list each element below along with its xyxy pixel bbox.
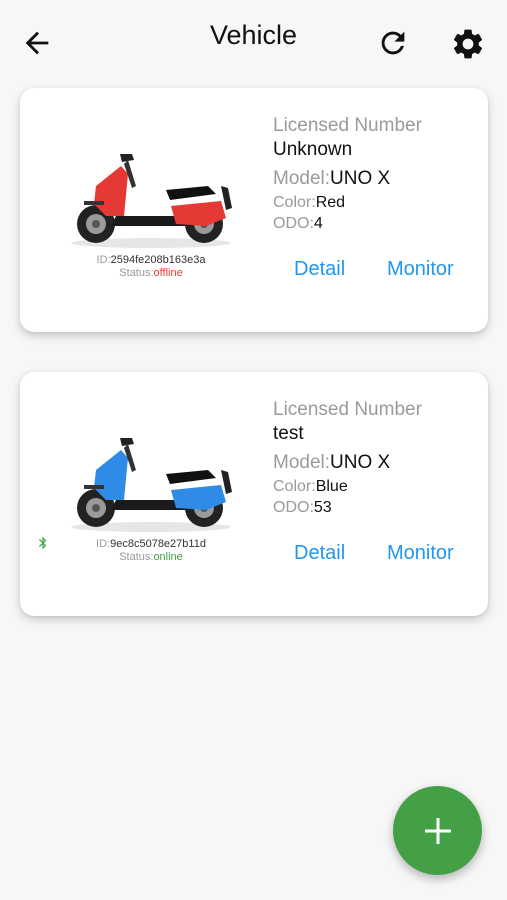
licensed-number-label: Licensed Number [273, 115, 422, 136]
color-row: Color:Red [273, 194, 346, 211]
status-badge: offline [153, 267, 183, 279]
odo-row: ODO:53 [273, 499, 332, 516]
page-title: Vehicle [209, 20, 298, 50]
gear-icon [453, 29, 483, 59]
licensed-number-value: test [273, 423, 304, 444]
odo-row: ODO:4 [273, 215, 323, 232]
model-row: Model:UNO X [273, 452, 391, 473]
refresh-icon [381, 31, 405, 55]
scooter-image [71, 438, 232, 532]
vehicle-card[interactable]: ID:2594fe208b163e3a Status:offline Licen… [20, 88, 488, 332]
settings-button[interactable] [450, 26, 488, 64]
refresh-button[interactable] [376, 26, 412, 62]
vehicle-card[interactable]: ID:9ec8c5078e27b11d Status:online Licens… [20, 372, 488, 616]
vehicle-info: Licensed Number Unknown Model:UNO X Colo… [273, 114, 422, 234]
model-row: Model:UNO X [273, 168, 391, 189]
bluetooth-icon [38, 537, 47, 549]
add-vehicle-button[interactable] [393, 786, 482, 875]
color-row: Color:Blue [273, 478, 348, 495]
detail-button[interactable]: Detail [294, 542, 345, 565]
status-badge: online [153, 551, 183, 563]
scooter-image [71, 154, 232, 248]
licensed-number-label: Licensed Number [273, 399, 422, 420]
app-bar: Vehicle [0, 0, 507, 80]
plus-icon [425, 818, 451, 844]
monitor-button[interactable]: Monitor [387, 542, 454, 565]
vehicle-info: Licensed Number test Model:UNO X Color:B… [273, 398, 422, 518]
monitor-button[interactable]: Monitor [387, 258, 454, 281]
vehicle-status: Status:offline [119, 267, 183, 279]
vehicle-id: ID:2594fe208b163e3a [96, 254, 206, 266]
detail-button[interactable]: Detail [294, 258, 345, 281]
vehicle-status: Status:online [119, 551, 183, 563]
licensed-number-value: Unknown [273, 139, 353, 160]
vehicle-id: ID:9ec8c5078e27b11d [96, 538, 206, 550]
